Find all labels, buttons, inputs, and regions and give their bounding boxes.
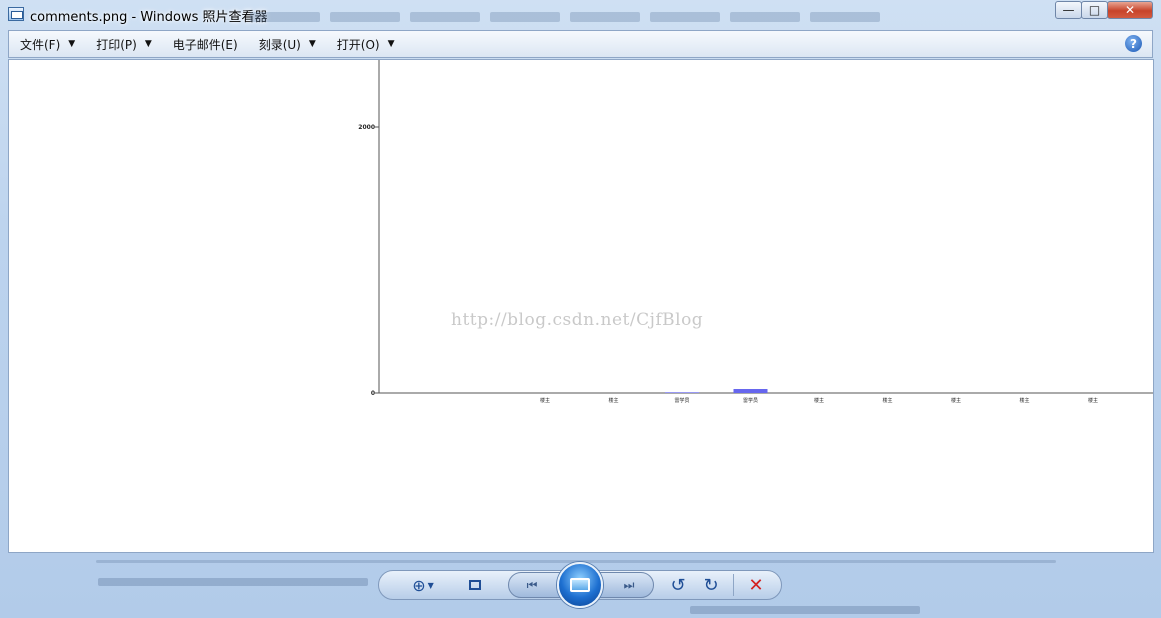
image-viewport: 0 2000 楼主 楼主 雷学员 雷学员 楼主 楼主 楼主 楼主 楼主 http://blog.cs… (8, 59, 1154, 553)
menu-item-label: 打印(P) (96, 37, 137, 52)
x-tick-label: 雷学员 (743, 397, 758, 404)
menu-bar: 文件(F) ▼ 打印(P) ▼ 电子邮件(E) 刻录(U) ▼ 打开(O) ▼? (8, 30, 1153, 58)
menu-item-3[interactable]: 刻录(U) ▼ (248, 31, 326, 57)
rotate-left-button[interactable]: ↺ (668, 574, 688, 596)
menu-item-4[interactable]: 打开(O) ▼ (326, 31, 405, 57)
background-blur (250, 12, 1030, 28)
delete-button[interactable]: ✕ (746, 574, 766, 596)
minimize-button[interactable]: — (1055, 1, 1082, 19)
rotate-cw-icon: ↻ (703, 574, 719, 596)
x-tick-label: 楼主 (608, 397, 618, 404)
previous-icon: ⏮ (526, 577, 538, 592)
menu-item-label: 刻录(U) (258, 37, 301, 52)
next-button[interactable]: ⏭ (617, 576, 641, 594)
dropdown-arrow-icon: ▼ (308, 39, 316, 49)
slideshow-button[interactable] (557, 562, 603, 608)
menu-item-label: 文件(F) (20, 37, 61, 52)
previous-button[interactable]: ⏮ (520, 576, 544, 594)
menu-item-2[interactable]: 电子邮件(E) (162, 31, 248, 57)
title-bar: comments.png - Windows 照片查看器 — □ ✕ (0, 0, 1161, 30)
actual-size-button[interactable] (466, 576, 484, 594)
x-tick-label: 楼主 (1019, 397, 1029, 404)
y-tick-label: 0 (371, 390, 375, 397)
chevron-down-icon: ▼ (427, 580, 434, 590)
close-button[interactable]: ✕ (1107, 1, 1153, 19)
menu-item-0[interactable]: 文件(F) ▼ (9, 31, 85, 57)
slideshow-icon (570, 578, 590, 592)
x-tick-label: 楼主 (1088, 397, 1098, 404)
help-icon[interactable]: ? (1125, 35, 1142, 52)
toolbar-separator (733, 574, 734, 596)
rotate-ccw-icon: ↺ (670, 574, 686, 596)
photo-viewer-app-icon (8, 7, 24, 21)
x-tick-label: 楼主 (814, 397, 824, 404)
rotate-right-button[interactable]: ↻ (701, 574, 721, 596)
bar (665, 392, 699, 393)
x-tick-label: 楼主 (540, 397, 550, 404)
bar-chart: 0 2000 楼主 楼主 雷学员 雷学员 楼主 楼主 楼主 楼主 楼主 (358, 60, 1153, 404)
y-tick-label: 2000 (358, 124, 375, 131)
watermark-text: http://blog.csdn.net/CjfBlog (451, 310, 704, 330)
delete-icon: ✕ (748, 574, 764, 596)
bar (733, 389, 768, 393)
menu-item-1[interactable]: 打印(P) ▼ (85, 31, 162, 57)
x-tick-label: 楼主 (951, 397, 961, 404)
x-tick-label: 楼主 (882, 397, 892, 404)
caption-buttons: — □ ✕ (1055, 1, 1153, 19)
dropdown-arrow-icon: ▼ (68, 39, 76, 49)
menu-item-label: 打开(O) (336, 37, 380, 52)
window-title: comments.png - Windows 照片查看器 (30, 10, 268, 25)
dropdown-arrow-icon: ▼ (144, 39, 152, 49)
x-tick-label: 雷学员 (674, 397, 689, 404)
maximize-button[interactable]: □ (1081, 1, 1108, 19)
zoom-button[interactable]: ⊕ ▼ (408, 575, 438, 595)
dropdown-arrow-icon: ▼ (387, 39, 395, 49)
next-icon: ⏭ (623, 577, 635, 592)
menu-item-label: 电子邮件(E) (172, 37, 238, 52)
actual-size-icon (469, 580, 481, 590)
magnifier-plus-icon: ⊕ (412, 575, 426, 595)
